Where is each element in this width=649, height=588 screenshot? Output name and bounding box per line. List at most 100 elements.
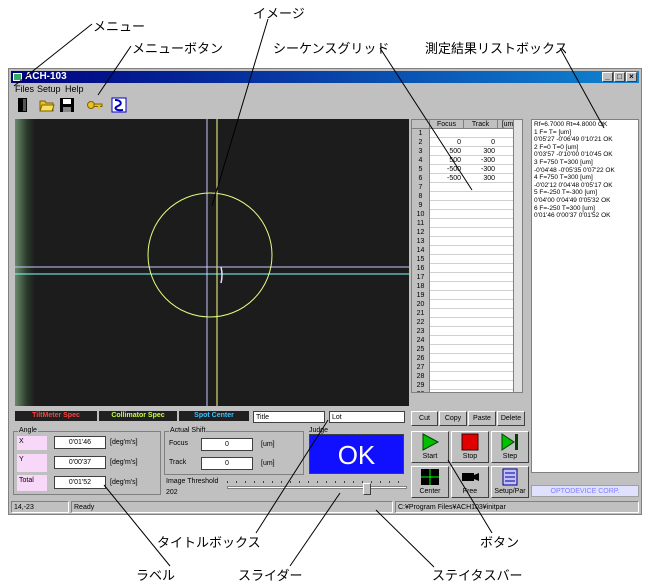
grid-row-number: 28 <box>412 372 430 381</box>
copy-button[interactable]: Copy <box>439 411 467 426</box>
grid-row[interactable]: 200 <box>412 138 520 147</box>
grid-cell-focus[interactable]: -500 <box>430 165 464 174</box>
grid-cell-focus[interactable]: 500 <box>430 147 464 156</box>
result-line: 3 F=750 T=300 [um] <box>534 158 593 166</box>
menu-setup[interactable]: Setup <box>37 84 61 94</box>
exit-icon[interactable] <box>15 97 31 113</box>
grid-row[interactable]: 16 <box>412 264 520 273</box>
cut-button[interactable]: Cut <box>411 411 438 426</box>
angle-panel: Angle X 0'01'46 [deg'm's] Y 0'00'37 [deg… <box>13 427 161 495</box>
slider-thumb[interactable] <box>363 483 371 495</box>
slider-track <box>227 486 407 489</box>
grid-row[interactable]: 5 -500 -300 <box>412 165 520 174</box>
center-button[interactable]: Center <box>411 466 449 498</box>
maximize-icon[interactable]: □ <box>614 72 625 82</box>
app-window: ACH-103 _ □ × Files Setup Help Focus Tra… <box>8 68 642 515</box>
grid-cell-focus[interactable]: 0 <box>430 138 464 147</box>
grid-row[interactable]: 18 <box>412 282 520 291</box>
stop-icon <box>461 433 479 451</box>
paste-button[interactable]: Paste <box>468 411 496 426</box>
grid-cell-track[interactable]: 300 <box>464 174 498 183</box>
sequence-grid[interactable]: Focus Track [um] 1 2 0 0 3 500 300 4 500 -300 5 -50… <box>411 119 523 393</box>
grid-row[interactable]: 27 <box>412 363 520 372</box>
grid-cell-track[interactable]: 0 <box>464 138 498 147</box>
result-listbox[interactable]: Rf=6.7000 Rt=4.8000 OK 1 F= T= [um] 0'05'… <box>531 119 639 473</box>
menu-files[interactable]: Files <box>15 84 34 94</box>
grid-row[interactable]: 9 <box>412 201 520 210</box>
grid-row-number: 18 <box>412 282 430 291</box>
camera-image[interactable] <box>15 119 409 406</box>
play-icon <box>422 433 440 451</box>
grid-row[interactable]: 3 500 300 <box>412 147 520 156</box>
grid-row[interactable]: 30 <box>412 390 520 392</box>
stop-label: Stop <box>462 453 478 460</box>
angle-x-label: X <box>17 436 47 450</box>
grid-row-number: 8 <box>412 192 430 201</box>
grid-row[interactable]: 25 <box>412 345 520 354</box>
grid-row[interactable]: 19 <box>412 291 520 300</box>
stop-button[interactable]: Stop <box>451 431 489 463</box>
key-icon[interactable] <box>87 97 103 113</box>
title-bar: ACH-103 _ □ × <box>11 71 639 83</box>
grid-row[interactable]: 29 <box>412 381 520 390</box>
open-folder-icon[interactable] <box>39 97 55 113</box>
callout-statusbar: ステイタスバー <box>432 569 523 584</box>
grid-row[interactable]: 12 <box>412 228 520 237</box>
spec-circle <box>147 192 273 318</box>
grid-row[interactable]: 10 <box>412 210 520 219</box>
grid-row[interactable]: 11 <box>412 219 520 228</box>
grid-row[interactable]: 17 <box>412 273 520 282</box>
grid-row[interactable]: 20 <box>412 300 520 309</box>
grid-row[interactable]: 23 <box>412 327 520 336</box>
grid-row[interactable]: 26 <box>412 354 520 363</box>
grid-row[interactable]: 1 <box>412 129 520 138</box>
result-line: 0'04'00 0'04'49 0'05'32 OK <box>534 196 611 204</box>
grid-cell-track[interactable]: -300 <box>464 156 498 165</box>
setup-par-button[interactable]: Setup/Par <box>491 466 529 498</box>
delete-button[interactable]: Delete <box>497 411 525 426</box>
crosshair-icon <box>421 469 439 485</box>
title-field[interactable]: Title <box>253 411 325 423</box>
center-label: Center <box>419 488 441 495</box>
grid-row-number: 4 <box>412 156 430 165</box>
menu-help[interactable]: Help <box>65 84 84 94</box>
grid-row-number: 9 <box>412 201 430 210</box>
grid-row[interactable]: 6 -500 300 <box>412 174 520 183</box>
grid-row[interactable]: 4 500 -300 <box>412 156 520 165</box>
callout-title-box: タイトルボックス <box>157 536 261 551</box>
grid-row-number: 17 <box>412 273 430 282</box>
start-button[interactable]: Start <box>411 431 449 463</box>
grid-row[interactable]: 7 <box>412 183 520 192</box>
grid-row[interactable]: 22 <box>412 318 520 327</box>
lens-icon[interactable] <box>111 97 127 113</box>
grid-row[interactable]: 14 <box>412 246 520 255</box>
shift-track-label: Track <box>169 459 187 466</box>
grid-row[interactable]: 28 <box>412 372 520 381</box>
grid-cell-track[interactable]: 300 <box>464 147 498 156</box>
grid-cell-focus[interactable]: 500 <box>430 156 464 165</box>
callout-label: ラベル <box>136 569 176 584</box>
grid-cell-focus[interactable]: -500 <box>430 174 464 183</box>
status-state: Ready <box>71 501 393 513</box>
grid-row[interactable]: 21 <box>412 309 520 318</box>
grid-cell-track[interactable]: -300 <box>464 165 498 174</box>
save-icon[interactable] <box>59 97 75 113</box>
angle-y-value: 0'00'37 <box>54 456 106 469</box>
lot-field[interactable]: Lot <box>329 411 405 423</box>
grid-row[interactable]: 13 <box>412 237 520 246</box>
threshold-value: 202 <box>166 489 178 496</box>
grid-row[interactable]: 15 <box>412 255 520 264</box>
status-position: 14,-23 <box>11 501 69 513</box>
step-button[interactable]: Step <box>491 431 529 463</box>
callout-result-listbox: 測定結果リストボックス <box>425 42 568 57</box>
grid-row[interactable]: 8 <box>412 192 520 201</box>
grid-row[interactable]: 24 <box>412 336 520 345</box>
grid-scrollbar[interactable] <box>513 120 522 392</box>
minimize-icon[interactable]: _ <box>602 72 613 82</box>
threshold-slider[interactable] <box>227 481 407 497</box>
free-button[interactable]: Free <box>451 466 489 498</box>
grid-row-number: 11 <box>412 219 430 228</box>
close-icon[interactable]: × <box>626 72 637 82</box>
callout-image: イメージ <box>253 7 305 22</box>
grid-row-number: 19 <box>412 291 430 300</box>
